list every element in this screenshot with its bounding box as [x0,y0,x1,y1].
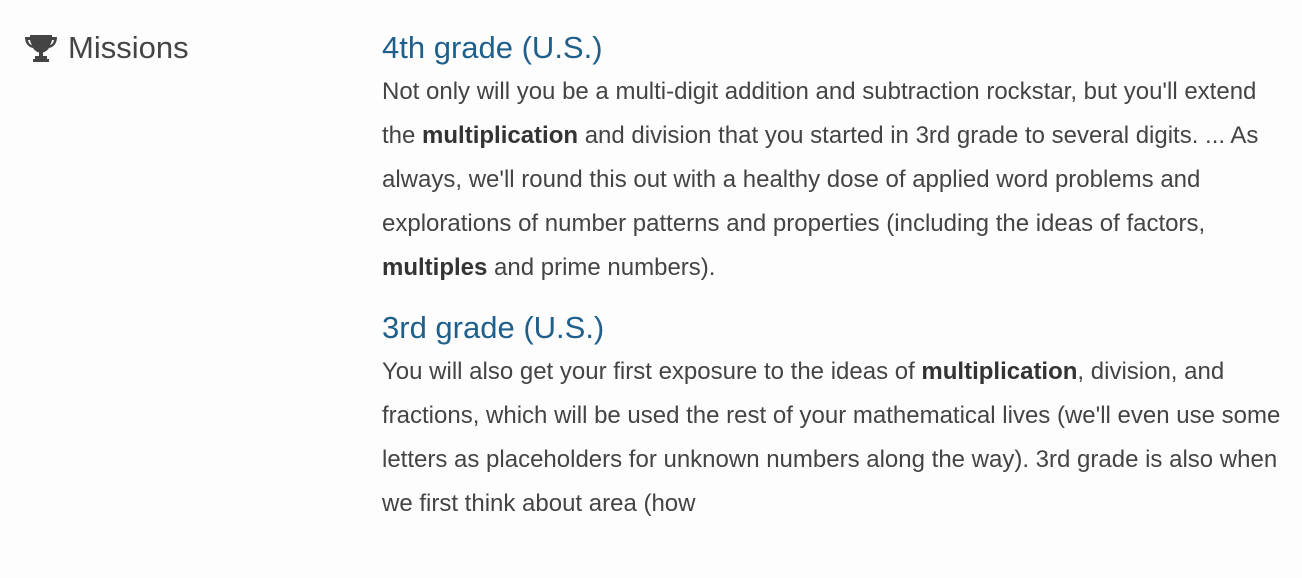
result-title-link[interactable]: 4th grade (U.S.) [382,26,603,70]
results-list: 4th grade (U.S.) Not only will you be a … [382,26,1282,542]
missions-heading: Missions [24,28,189,68]
result-item-3rd-grade: 3rd grade (U.S.) You will also get your … [382,306,1282,526]
highlight-term: multiplication [921,358,1078,385]
highlight-term: multiples [382,254,488,281]
trophy-icon [24,31,58,65]
result-description: You will also get your first exposure to… [382,350,1282,526]
missions-heading-label: Missions [68,30,189,65]
result-description: Not only will you be a multi-digit addit… [382,70,1282,290]
description-text: You will also get your first exposure to… [382,358,922,385]
result-title-link[interactable]: 3rd grade (U.S.) [382,306,604,350]
result-item-4th-grade: 4th grade (U.S.) Not only will you be a … [382,26,1282,290]
highlight-term: multiplication [422,122,579,149]
description-text: and prime numbers). [487,254,716,281]
search-results-page: Missions 4th grade (U.S.) Not only will … [0,0,1302,578]
